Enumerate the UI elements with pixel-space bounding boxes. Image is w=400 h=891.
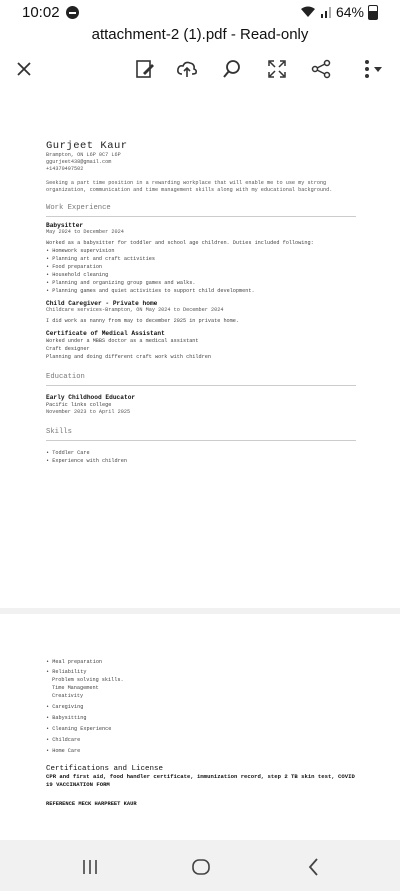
back-icon[interactable] — [302, 855, 326, 879]
battery-icon — [368, 4, 378, 20]
pdf-page-2: • Meal preparation • Reliability Problem… — [0, 614, 400, 840]
list-item: • Toddler Care — [46, 450, 90, 456]
upload-cloud-icon[interactable] — [176, 58, 198, 80]
cert-text: CPR and first aid, food handler certific… — [46, 773, 355, 788]
resume-summary: Seeking a part time position in a reward… — [46, 180, 333, 193]
job-title: Babysitter — [46, 222, 84, 229]
contact-phone: +14370497502 — [46, 166, 84, 172]
job-desc: Worked under a MBBS doctor as a medical … — [46, 338, 199, 344]
list-item: • Planning art and craft activities — [46, 256, 155, 262]
resume-body-page-2: • Meal preparation • Reliability Problem… — [46, 658, 356, 807]
status-time: 10:02 — [22, 4, 60, 21]
skills-heading: Skills — [46, 428, 356, 441]
list-item: Creativity — [52, 693, 84, 699]
edit-icon[interactable] — [134, 58, 156, 80]
list-item: • Reliability — [46, 669, 87, 675]
list-item: Craft designer — [46, 346, 90, 352]
list-item: • Cleaning Experience — [46, 726, 112, 732]
fullscreen-icon[interactable] — [266, 58, 288, 80]
search-icon[interactable] — [221, 58, 243, 80]
education-dates: November 2023 to April 2025 — [46, 409, 131, 415]
document-title: attachment-2 (1).pdf - Read-only — [91, 26, 309, 43]
recent-apps-icon[interactable] — [78, 855, 102, 879]
list-item: • Meal preparation — [46, 659, 103, 665]
resume-body: Gurjeet Kaur Brampton, ON L6P 0C7 L6P gg… — [46, 140, 356, 465]
resume-name: Gurjeet Kaur — [46, 140, 128, 152]
battery-percent: 64% — [335, 4, 364, 20]
dropdown-icon[interactable] — [371, 58, 385, 80]
list-item: • Food preparation — [46, 264, 103, 270]
education-school: Pacific links college — [46, 402, 112, 408]
job-title: Child Caregiver - Private home — [46, 300, 158, 307]
job-title: Certificate of Medical Assistant — [46, 330, 165, 337]
job-meta: Childcare services-Brampton, ON May 2024… — [46, 307, 224, 313]
list-item: Problem solving skills. — [52, 677, 124, 683]
reference-text: REFERENCE MECK HARPREET KAUR — [46, 801, 137, 807]
status-bar: 10:02 64% — [0, 0, 400, 26]
pdf-page-1: Gurjeet Kaur Brampton, ON L6P 0C7 L6P gg… — [0, 92, 400, 608]
list-item: • Babysitting — [46, 715, 87, 721]
list-item: • Home Care — [46, 748, 81, 754]
status-right: 64% — [300, 4, 378, 20]
wifi-icon — [300, 6, 315, 17]
contact-address: Brampton, ON L6P 0C7 L6P — [46, 152, 121, 158]
system-nav-bar — [0, 841, 400, 891]
contact-email: ggurjeet438@gmail.com — [46, 159, 112, 165]
dnd-icon — [66, 6, 79, 19]
app-bar: attachment-2 (1).pdf - Read-only — [0, 26, 400, 92]
home-icon[interactable] — [189, 855, 213, 879]
list-item: Time Management — [52, 685, 99, 691]
list-item: • Experience with children — [46, 458, 127, 464]
list-item: • Planning and organizing group games an… — [46, 280, 196, 286]
share-icon[interactable] — [310, 58, 332, 80]
job-desc: I did work as nanny from may to december… — [46, 318, 240, 324]
job-meta: May 2024 to December 2024 — [46, 229, 124, 235]
signal-icon — [320, 7, 331, 18]
list-item: • Caregiving — [46, 704, 84, 710]
education-heading: Education — [46, 373, 356, 386]
job-desc: Worked as a babysitter for toddler and s… — [46, 240, 314, 246]
work-heading: Work Experience — [46, 204, 356, 217]
list-item: • Planning games and quiet activities to… — [46, 288, 255, 294]
cert-heading: Certifications and License — [46, 765, 164, 773]
list-item: • Household cleaning — [46, 272, 109, 278]
close-icon[interactable] — [13, 58, 35, 80]
education-title: Early Childhood Educator — [46, 394, 136, 401]
list-item: • Homework supervision — [46, 248, 115, 254]
list-item: • Childcare — [46, 737, 81, 743]
list-item: Planning and doing different craft work … — [46, 354, 211, 360]
